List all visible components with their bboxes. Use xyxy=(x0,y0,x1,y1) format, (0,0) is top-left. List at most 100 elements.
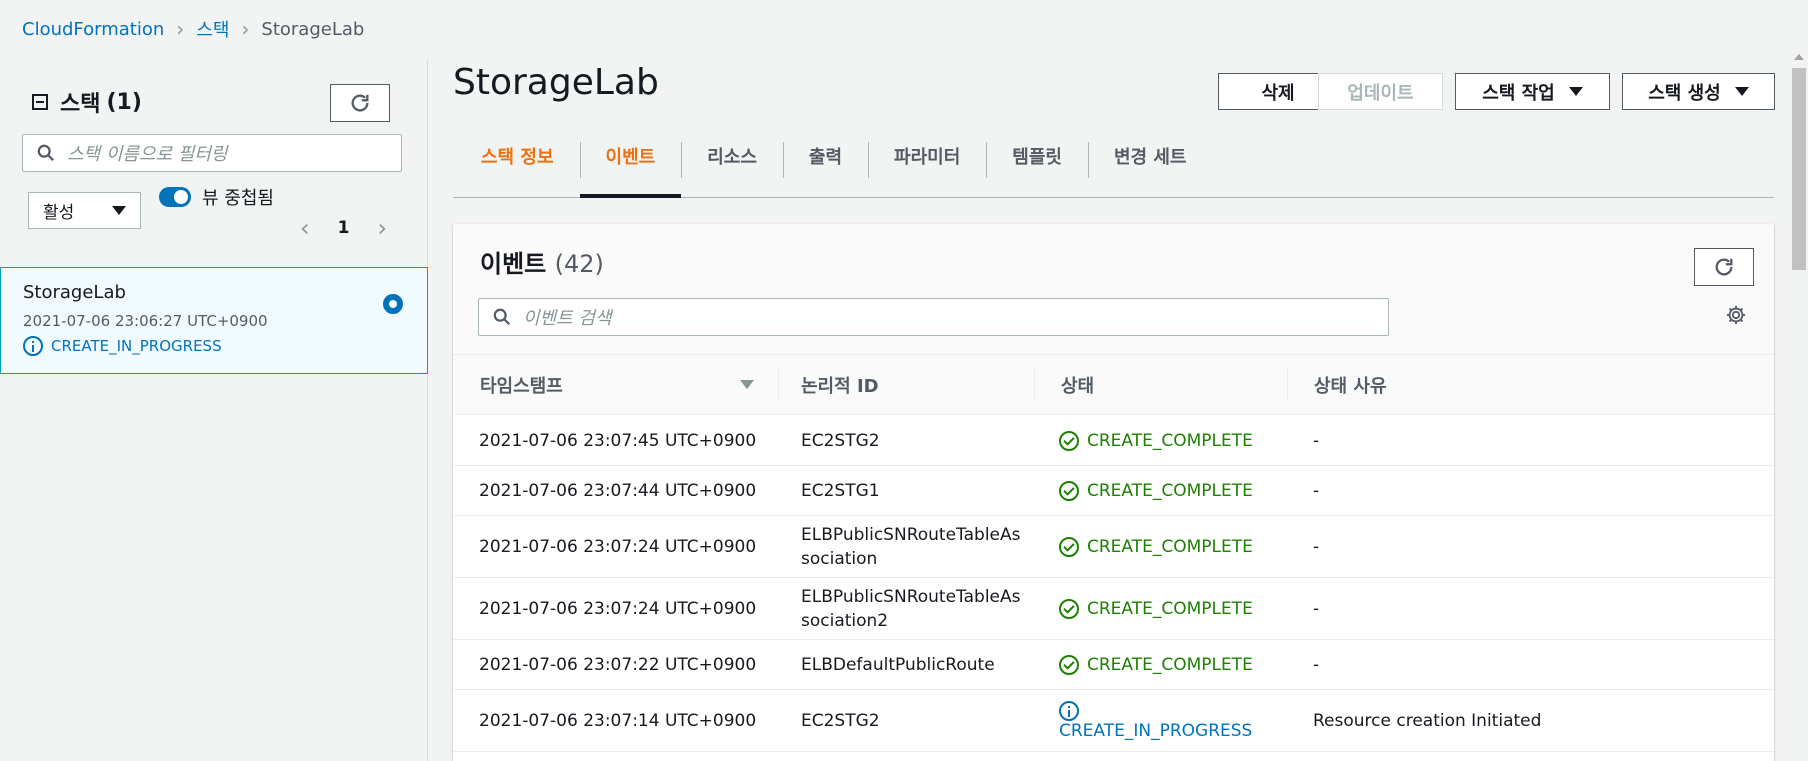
status-text: CREATE_COMPLETE xyxy=(1087,536,1253,557)
cell-logical-id: EC2STG1 xyxy=(801,480,880,501)
cell-logical-id: EC2STG2 xyxy=(801,430,880,451)
event-search-input[interactable]: 이벤트 검색 xyxy=(478,298,1389,336)
scroll-up-icon[interactable] xyxy=(1794,54,1804,60)
table-row: 2021-07-06 23:07:14 UTC+0900 EC2STG2 CRE… xyxy=(453,690,1774,752)
refresh-stacks-button[interactable] xyxy=(330,84,390,122)
create-stack-label: 스택 생성 xyxy=(1648,82,1721,104)
cell-logical-id: EC2STG2 xyxy=(801,710,880,731)
status-text: CREATE_COMPLETE xyxy=(1087,654,1253,675)
cell-reason: - xyxy=(1313,654,1320,675)
gear-icon[interactable] xyxy=(1725,304,1747,326)
stack-filter-input[interactable]: 스택 이름으로 필터링 xyxy=(22,134,402,172)
cell-status: CREATE_COMPLETE xyxy=(1059,466,1289,515)
update-button[interactable]: 업데이트 xyxy=(1318,73,1443,110)
stack-actions-label: 스택 작업 xyxy=(1482,82,1555,104)
status-filter-select[interactable]: 활성 xyxy=(28,192,141,229)
cell-timestamp: 2021-07-06 23:07:22 UTC+0900 xyxy=(479,654,757,675)
delete-label: 삭제 xyxy=(1261,82,1295,104)
caret-down-icon xyxy=(1734,87,1749,96)
events-title: 이벤트 (42) xyxy=(480,244,604,279)
stack-name[interactable]: StorageLab xyxy=(23,282,126,303)
tab-template[interactable]: 템플릿 xyxy=(986,140,1088,198)
stack-filter-placeholder: 스택 이름으로 필터링 xyxy=(67,144,228,165)
col-status-reason[interactable]: 상태 사유 xyxy=(1314,355,1387,415)
page-scrollbar[interactable] xyxy=(1790,52,1808,761)
sort-desc-icon[interactable] xyxy=(740,380,754,389)
update-label: 업데이트 xyxy=(1347,82,1414,104)
refresh-icon xyxy=(1715,258,1733,276)
breadcrumb-stacks[interactable]: 스택 xyxy=(196,16,229,42)
events-table-body: 2021-07-06 23:07:45 UTC+0900 EC2STG2 CRE… xyxy=(453,416,1774,752)
collapse-icon[interactable] xyxy=(32,94,48,110)
caret-down-icon xyxy=(112,206,126,215)
sidebar-title: 스택 (1) xyxy=(32,86,142,118)
col-status[interactable]: 상태 xyxy=(1061,355,1094,415)
cell-reason: - xyxy=(1313,598,1320,619)
column-divider xyxy=(1034,369,1035,401)
refresh-icon xyxy=(351,94,369,112)
prev-page-icon[interactable]: ‹ xyxy=(300,214,310,242)
tab-bar: 스택 정보 이벤트 리소스 출력 파라미터 템플릿 변경 세트 xyxy=(453,140,1774,198)
events-panel: 이벤트 (42) 이벤트 검색 타임스탬프 논리적 ID 상태 상태 사유 20… xyxy=(453,224,1774,761)
tab-change-sets[interactable]: 변경 세트 xyxy=(1087,140,1213,198)
breadcrumb-cloudformation[interactable]: CloudFormation xyxy=(22,19,164,40)
tab-parameters[interactable]: 파라미터 xyxy=(868,140,986,198)
cell-status: CREATE_IN_PROGRESS xyxy=(1059,690,1289,751)
success-icon xyxy=(1059,654,1079,675)
scrollbar-thumb[interactable] xyxy=(1792,68,1806,270)
cell-status: CREATE_COMPLETE xyxy=(1059,578,1289,639)
events-table-header: 타임스탬프 논리적 ID 상태 상태 사유 xyxy=(453,355,1774,415)
column-divider xyxy=(778,369,779,401)
info-icon xyxy=(1059,700,1079,721)
events-panel-header: 이벤트 (42) 이벤트 검색 xyxy=(453,224,1774,355)
cell-reason: - xyxy=(1313,536,1320,557)
success-icon xyxy=(1059,598,1079,619)
table-row: 2021-07-06 23:07:22 UTC+0900 ELBDefaultP… xyxy=(453,640,1774,690)
nested-view-label: 뷰 중첩됨 xyxy=(202,188,274,209)
events-title-text: 이벤트 xyxy=(480,250,547,278)
success-icon xyxy=(1059,480,1079,501)
stack-radio-selected[interactable] xyxy=(383,294,403,314)
cell-timestamp: 2021-07-06 23:07:24 UTC+0900 xyxy=(479,536,757,557)
caret-down-icon xyxy=(1568,87,1583,96)
breadcrumb-current: StorageLab xyxy=(261,18,365,40)
create-stack-button[interactable]: 스택 생성 xyxy=(1622,73,1775,110)
tab-stack-info[interactable]: 스택 정보 xyxy=(453,140,580,198)
cell-status: CREATE_COMPLETE xyxy=(1059,640,1289,689)
col-logical-id[interactable]: 논리적 ID xyxy=(801,355,879,415)
event-search-placeholder: 이벤트 검색 xyxy=(523,308,612,329)
stack-time: 2021-07-06 23:06:27 UTC+0900 xyxy=(23,312,268,330)
page-title: StorageLab xyxy=(453,62,659,103)
refresh-events-button[interactable] xyxy=(1694,248,1754,286)
col-timestamp[interactable]: 타임스탬프 xyxy=(480,355,563,415)
chevron-right-icon: › xyxy=(241,17,250,41)
sidebar-title-text: 스택 xyxy=(60,92,101,117)
search-icon xyxy=(493,308,510,325)
success-icon xyxy=(1059,536,1079,557)
stack-status: CREATE_IN_PROGRESS xyxy=(23,336,222,356)
stack-list-item[interactable]: StorageLab 2021-07-06 23:06:27 UTC+0900 … xyxy=(0,267,428,374)
table-row: 2021-07-06 23:07:44 UTC+0900 EC2STG1 CRE… xyxy=(453,466,1774,516)
status-text: CREATE_COMPLETE xyxy=(1087,598,1253,619)
tab-events[interactable]: 이벤트 xyxy=(579,140,682,198)
cell-timestamp: 2021-07-06 23:07:14 UTC+0900 xyxy=(479,710,757,731)
table-row: 2021-07-06 23:07:45 UTC+0900 EC2STG2 CRE… xyxy=(453,416,1774,466)
tab-outputs[interactable]: 출력 xyxy=(782,140,868,198)
status-text: CREATE_IN_PROGRESS xyxy=(1059,720,1253,741)
success-icon xyxy=(1059,430,1079,451)
cell-reason: - xyxy=(1313,430,1320,451)
stack-actions-button[interactable]: 스택 작업 xyxy=(1455,73,1610,110)
status-text: CREATE_COMPLETE xyxy=(1087,480,1253,501)
pagination: ‹ 1 › xyxy=(300,214,387,242)
tab-resources[interactable]: 리소스 xyxy=(681,140,783,198)
search-icon xyxy=(37,144,54,161)
cell-logical-id: ELBDefaultPublicRoute xyxy=(801,654,995,675)
cell-reason: - xyxy=(1313,480,1320,501)
current-page[interactable]: 1 xyxy=(338,218,350,238)
cell-status: CREATE_COMPLETE xyxy=(1059,516,1289,577)
next-page-icon[interactable]: › xyxy=(377,214,387,242)
events-count: (42) xyxy=(554,250,604,278)
nested-view-toggle[interactable] xyxy=(159,187,191,207)
cell-status: CREATE_COMPLETE xyxy=(1059,416,1289,465)
table-row: 2021-07-06 23:07:24 UTC+0900 ELBPublicSN… xyxy=(453,578,1774,640)
